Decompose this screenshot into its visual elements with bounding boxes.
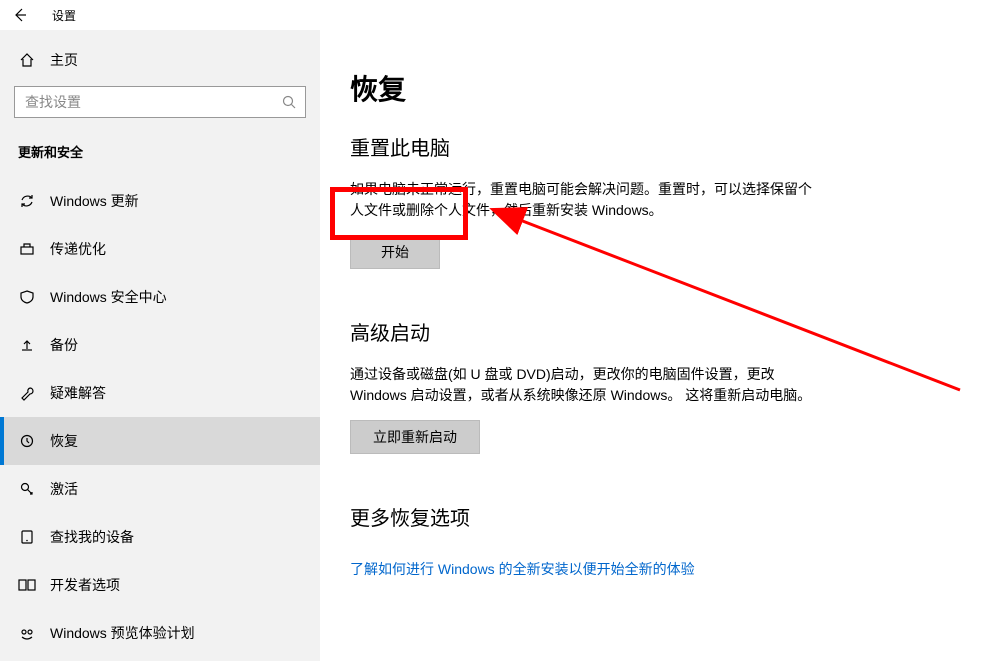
sidebar-item-find-my-device[interactable]: 查找我的设备 xyxy=(0,513,320,561)
content-area: 恢复 重置此电脑 如果电脑未正常运行，重置电脑可能会解决问题。重置时，可以选择保… xyxy=(320,30,1003,661)
app-title: 设置 xyxy=(52,7,76,24)
shield-icon xyxy=(18,289,36,305)
insider-icon xyxy=(18,625,36,641)
developer-icon xyxy=(18,577,36,593)
sidebar-item-label: 激活 xyxy=(50,479,78,499)
home-label: 主页 xyxy=(50,50,78,70)
recovery-icon xyxy=(18,433,36,449)
sidebar-item-label: 疑难解答 xyxy=(50,383,106,403)
search-input[interactable] xyxy=(25,94,281,110)
reset-start-button[interactable]: 开始 xyxy=(350,235,440,269)
reset-heading: 重置此电脑 xyxy=(350,132,963,161)
advanced-desc: 通过设备或磁盘(如 U 盘或 DVD)启动，更改你的电脑固件设置，更改 Wind… xyxy=(350,364,820,406)
home-button[interactable]: 主页 xyxy=(0,38,320,82)
sidebar-item-activation[interactable]: 激活 xyxy=(0,465,320,513)
sidebar-item-recovery[interactable]: 恢复 xyxy=(0,417,320,465)
sidebar-item-label: Windows 预览体验计划 xyxy=(50,623,195,643)
sidebar-item-windows-update[interactable]: Windows 更新 xyxy=(0,177,320,225)
sidebar-item-backup[interactable]: 备份 xyxy=(0,321,320,369)
arrow-left-icon xyxy=(12,7,28,23)
page-title: 恢复 xyxy=(350,68,963,108)
sidebar-item-label: 备份 xyxy=(50,335,78,355)
sidebar-item-label: 开发者选项 xyxy=(50,575,120,595)
sidebar-item-label: 恢复 xyxy=(50,431,78,451)
category-title: 更新和安全 xyxy=(0,136,320,177)
find-device-icon xyxy=(18,529,36,545)
sidebar-item-insider[interactable]: Windows 预览体验计划 xyxy=(0,609,320,657)
reset-desc: 如果电脑未正常运行，重置电脑可能会解决问题。重置时，可以选择保留个人文件或删除个… xyxy=(350,179,820,221)
sync-icon xyxy=(18,193,36,209)
back-button[interactable] xyxy=(10,5,30,25)
advanced-heading: 高级启动 xyxy=(350,317,963,346)
sidebar-item-label: Windows 更新 xyxy=(50,191,139,211)
search-icon xyxy=(281,94,297,110)
sidebar-item-label: Windows 安全中心 xyxy=(50,287,167,307)
sidebar: 主页 更新和安全 Windows 更新 xyxy=(0,30,320,661)
sidebar-item-delivery-optimization[interactable]: 传递优化 xyxy=(0,225,320,273)
sidebar-item-developer[interactable]: 开发者选项 xyxy=(0,561,320,609)
backup-icon xyxy=(18,337,36,353)
more-link[interactable]: 了解如何进行 Windows 的全新安装以便开始全新的体验 xyxy=(350,561,695,577)
advanced-restart-button[interactable]: 立即重新启动 xyxy=(350,420,480,454)
titlebar: 设置 xyxy=(0,0,1003,30)
more-heading: 更多恢复选项 xyxy=(350,502,963,531)
activation-icon xyxy=(18,481,36,497)
sidebar-item-label: 查找我的设备 xyxy=(50,527,134,547)
sidebar-item-troubleshoot[interactable]: 疑难解答 xyxy=(0,369,320,417)
search-box[interactable] xyxy=(14,86,306,118)
sidebar-item-windows-security[interactable]: Windows 安全中心 xyxy=(0,273,320,321)
home-icon xyxy=(18,52,36,68)
delivery-icon xyxy=(18,241,36,257)
troubleshoot-icon xyxy=(18,385,36,401)
sidebar-item-label: 传递优化 xyxy=(50,239,106,259)
